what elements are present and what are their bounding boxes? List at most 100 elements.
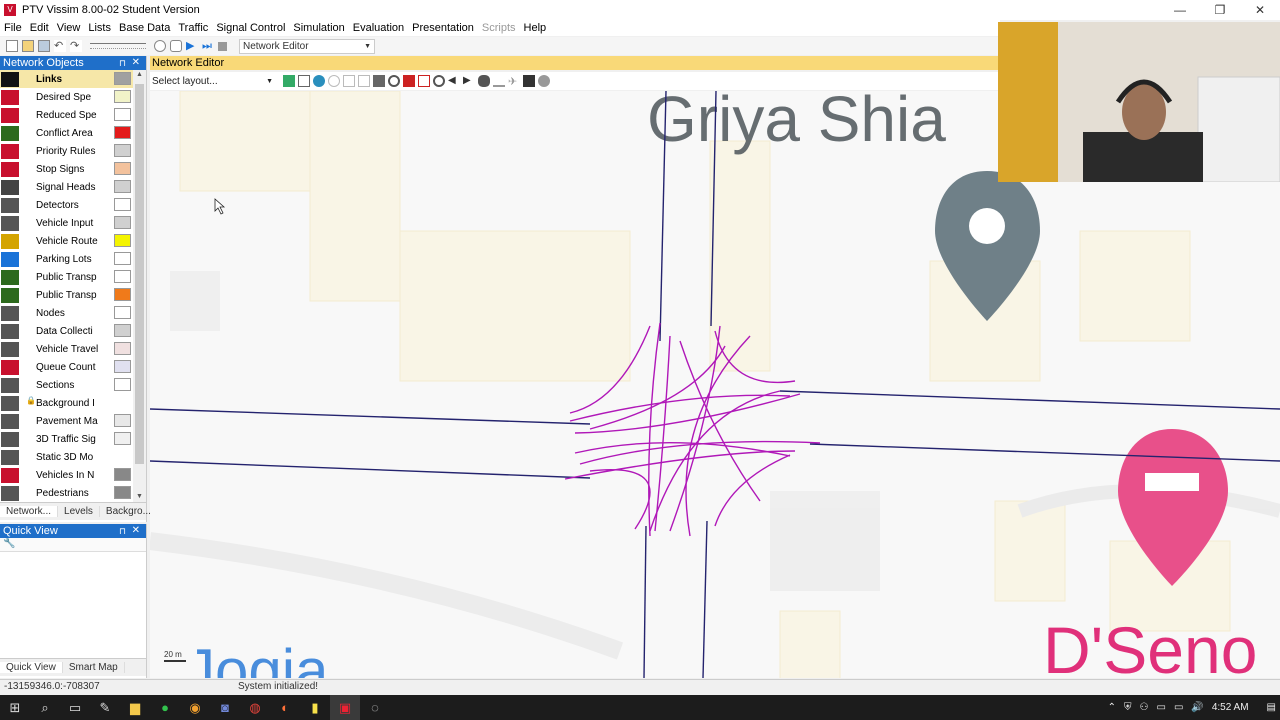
object-color-swatch[interactable] (114, 324, 131, 337)
firefox-icon[interactable]: ◐ (270, 695, 300, 720)
menu-lists[interactable]: Lists (84, 22, 115, 34)
menu-evaluation[interactable]: Evaluation (349, 22, 408, 34)
object-color-swatch[interactable] (114, 198, 131, 211)
file-explorer-icon[interactable]: ▆ (120, 695, 150, 720)
tab-smart-map[interactable]: Smart Map (63, 662, 125, 673)
layout-select[interactable]: Select layout... ▼ (150, 74, 275, 89)
menu-traffic[interactable]: Traffic (174, 22, 212, 34)
object-color-swatch[interactable] (114, 144, 131, 157)
network-object-row[interactable]: Reduced Spe (0, 106, 146, 124)
maximize-button[interactable]: ❐ (1200, 0, 1240, 20)
object-color-swatch[interactable] (114, 126, 131, 139)
task-view-icon[interactable]: ▭ (60, 695, 90, 720)
network-object-row[interactable]: Pedestrians (0, 484, 146, 502)
object-color-swatch[interactable] (114, 234, 131, 247)
object-color-swatch[interactable] (114, 270, 131, 283)
network-object-row[interactable]: Detectors (0, 196, 146, 214)
sim-speed-icon[interactable] (154, 40, 166, 52)
undo-icon[interactable]: ↶ (54, 40, 66, 52)
edit-tools-icon[interactable] (283, 75, 295, 87)
clock[interactable]: 4:52 AM (1208, 702, 1253, 713)
object-color-swatch[interactable] (114, 216, 131, 229)
lock-icon[interactable]: 🔒 (26, 396, 36, 405)
vissim-taskbar-icon[interactable]: ▣ (330, 695, 360, 720)
object-color-swatch[interactable] (114, 468, 131, 481)
chrome-icon[interactable]: ◍ (240, 695, 270, 720)
network-object-row[interactable]: Priority Rules (0, 142, 146, 160)
network-object-row[interactable]: Public Transp (0, 286, 146, 304)
menu-simulation[interactable]: Simulation (289, 22, 348, 34)
network-object-row[interactable]: Parking Lots (0, 250, 146, 268)
app-tool-icon[interactable]: ✎ (90, 695, 120, 720)
close-button[interactable]: ✕ (1240, 0, 1280, 20)
new-file-icon[interactable] (6, 40, 18, 52)
object-color-swatch[interactable] (114, 360, 131, 373)
object-color-swatch[interactable] (114, 486, 131, 499)
close-icon[interactable]: ✕ (132, 524, 140, 538)
menu-file[interactable]: File (0, 22, 26, 34)
app-orange-icon[interactable]: ◉ (180, 695, 210, 720)
single-step-icon[interactable]: ⏭ (202, 40, 214, 52)
wrench-icon[interactable]: 🔧 (3, 538, 15, 549)
network-object-row[interactable]: Desired Spe (0, 88, 146, 106)
network-object-row[interactable]: Nodes (0, 304, 146, 322)
notification-icon[interactable]: ▤ (1263, 702, 1280, 713)
shield-icon[interactable]: ⛨ (1120, 702, 1136, 713)
network-object-row[interactable]: Pavement Ma (0, 412, 146, 430)
object-color-swatch[interactable] (114, 288, 131, 301)
notes-icon[interactable]: ▮ (300, 695, 330, 720)
tab-network-objects[interactable]: Network... (0, 506, 59, 517)
chevron-up-icon[interactable]: ▲ (133, 70, 146, 80)
save-icon[interactable] (38, 40, 50, 52)
network-object-row[interactable]: Conflict Area (0, 124, 146, 142)
object-color-swatch[interactable] (114, 432, 131, 445)
people-icon[interactable]: ⚇ (1136, 702, 1153, 713)
menu-signal-control[interactable]: Signal Control (212, 22, 289, 34)
network-object-row[interactable]: 🔒 Background I (0, 394, 146, 412)
discord-icon[interactable]: ◙ (210, 695, 240, 720)
minimize-button[interactable]: — (1160, 0, 1200, 20)
pin-icon[interactable]: ⊓ (119, 56, 126, 70)
stop-icon[interactable] (218, 41, 227, 51)
menu-base-data[interactable]: Base Data (115, 22, 174, 34)
tab-levels[interactable]: Levels (58, 506, 100, 517)
network-object-row[interactable]: Vehicle Route (0, 232, 146, 250)
line-app-icon[interactable]: ● (150, 695, 180, 720)
object-color-swatch[interactable] (114, 252, 131, 265)
menu-edit[interactable]: Edit (26, 22, 53, 34)
menu-scripts[interactable]: Scripts (478, 22, 520, 34)
list-scrollbar[interactable]: ▲ ▼ (133, 70, 146, 502)
menu-help[interactable]: Help (520, 22, 551, 34)
flight-icon[interactable]: ✈ (508, 75, 520, 88)
globe-icon[interactable] (313, 75, 325, 87)
battery-icon[interactable]: ▭ (1170, 702, 1187, 713)
simulation-speed-slider[interactable] (90, 43, 146, 49)
delete-icon[interactable] (358, 75, 370, 87)
scrollbar-thumb[interactable] (135, 84, 144, 464)
network-object-row[interactable]: Stop Signs (0, 160, 146, 178)
network-object-row[interactable]: Static 3D Mo (0, 448, 146, 466)
grid-icon[interactable] (298, 75, 310, 87)
screenshot-icon[interactable] (523, 75, 535, 87)
object-color-swatch[interactable] (114, 162, 131, 175)
rotate-icon[interactable] (328, 75, 340, 87)
zoom-out-icon[interactable] (433, 75, 445, 87)
continuous-sim-icon[interactable] (170, 40, 182, 52)
measure-icon[interactable] (493, 75, 505, 87)
network-object-row[interactable]: Signal Heads (0, 178, 146, 196)
object-color-swatch[interactable] (114, 378, 131, 391)
menu-presentation[interactable]: Presentation (408, 22, 478, 34)
zoom-window-icon[interactable] (418, 75, 430, 87)
close-icon[interactable]: ✕ (132, 56, 140, 70)
view-select[interactable]: Network Editor ▼ (239, 38, 375, 54)
chevron-down-icon[interactable]: ▼ (133, 492, 146, 502)
tab-quick-view[interactable]: Quick View (0, 662, 63, 673)
pan-icon[interactable] (373, 75, 385, 87)
object-color-swatch[interactable] (114, 108, 131, 121)
pin-icon[interactable]: ⊓ (119, 524, 126, 538)
copy-icon[interactable] (343, 75, 355, 87)
object-color-swatch[interactable] (114, 342, 131, 355)
volume-icon[interactable]: 🔊 (1187, 702, 1207, 713)
object-color-swatch[interactable] (114, 90, 131, 103)
zoom-in-icon[interactable] (388, 75, 400, 87)
